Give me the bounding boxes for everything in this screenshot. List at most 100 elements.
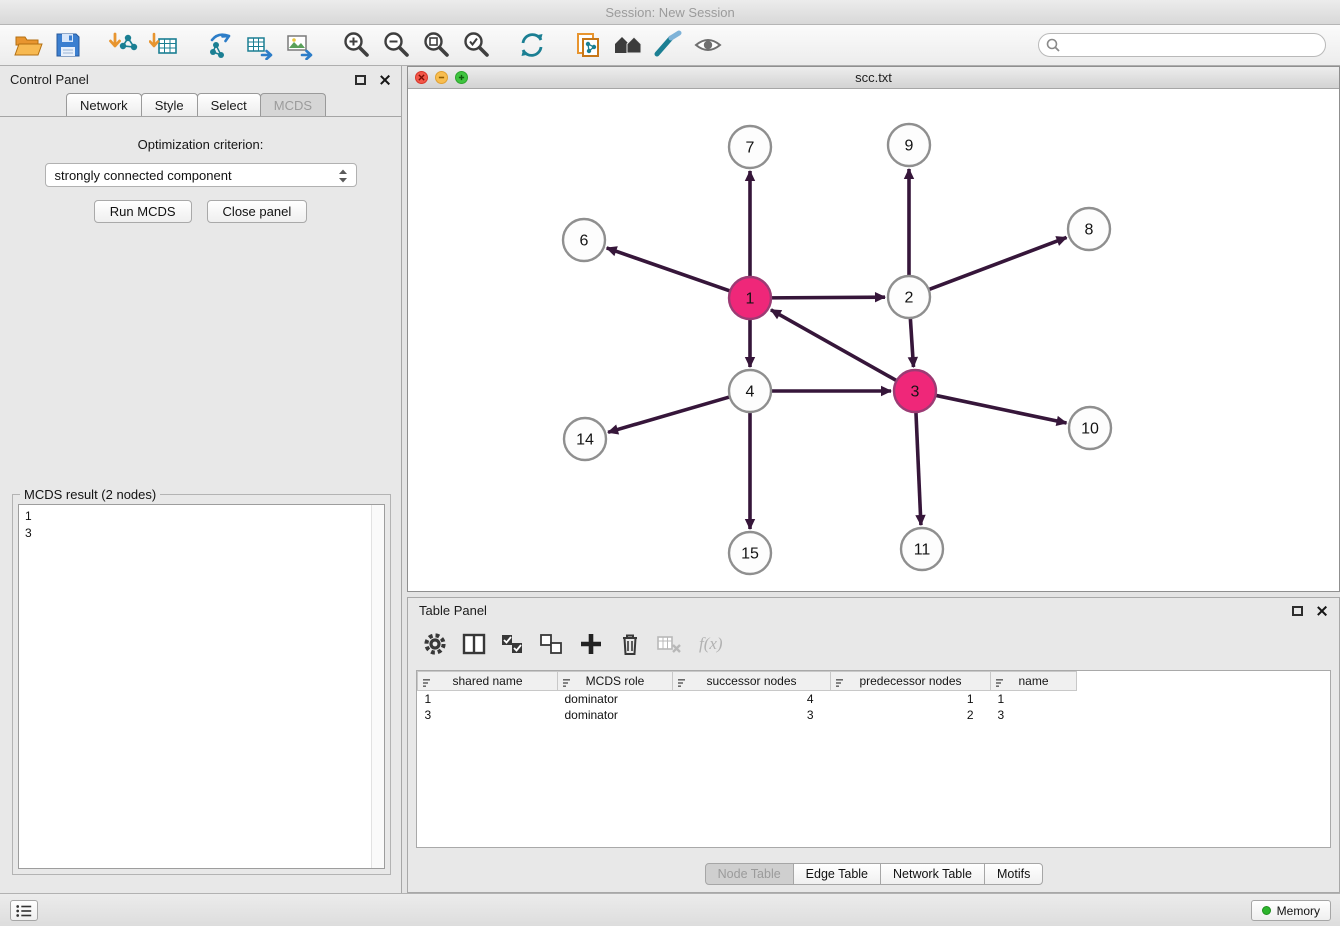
close-panel-icon[interactable] — [379, 74, 391, 86]
column-header-predecessor-nodes[interactable]: predecessor nodes — [831, 672, 991, 691]
column-header-mcds-role[interactable]: MCDS role — [558, 672, 673, 691]
graph-edge-1-6[interactable] — [607, 248, 732, 292]
graph-node-11[interactable]: 11 — [901, 528, 943, 570]
minimize-window-icon[interactable] — [435, 71, 448, 84]
trash-icon[interactable] — [617, 631, 643, 657]
table-cell[interactable]: 1 — [418, 691, 558, 707]
export-image-icon[interactable] — [280, 27, 320, 63]
tab-select[interactable]: Select — [197, 93, 261, 116]
graph-node-6[interactable]: 6 — [563, 219, 605, 261]
table-tab-network-table[interactable]: Network Table — [880, 863, 985, 885]
table-tab-node-table[interactable]: Node Table — [705, 863, 794, 885]
network-canvas[interactable]: 7 9 6 8 1 2 4 3 14 10 15 11 — [408, 89, 1339, 591]
apply-style-icon[interactable] — [648, 27, 688, 63]
column-header-successor-nodes[interactable]: successor nodes — [673, 672, 831, 691]
graph-edge-3-10[interactable] — [934, 395, 1067, 423]
sort-icon[interactable] — [422, 677, 433, 691]
table-row[interactable]: 1dominator411 — [418, 691, 1077, 707]
network-window-titlebar[interactable]: scc.txt — [408, 67, 1339, 89]
zoom-out-icon[interactable] — [376, 27, 416, 63]
float-table-panel-icon[interactable] — [1292, 606, 1303, 616]
table-panel-header: Table Panel — [408, 598, 1339, 623]
copy-network-icon[interactable] — [568, 27, 608, 63]
column-header-shared-name[interactable]: shared name — [418, 672, 558, 691]
graph-node-1[interactable]: 1 — [729, 277, 771, 319]
table-toolbar: f(x) — [408, 623, 1339, 665]
export-network-icon[interactable] — [200, 27, 240, 63]
result-scrollbar[interactable] — [371, 505, 384, 868]
graph-node-4[interactable]: 4 — [729, 370, 771, 412]
save-icon[interactable] — [48, 27, 88, 63]
unselect-all-icon[interactable] — [539, 631, 565, 657]
table-cell[interactable]: 4 — [673, 691, 831, 707]
graph-edge-3-1[interactable] — [771, 310, 899, 382]
graph-edge-1-2[interactable] — [769, 297, 885, 298]
table-cell[interactable]: 3 — [991, 707, 1077, 723]
float-panel-icon[interactable] — [355, 75, 366, 85]
graph-node-8[interactable]: 8 — [1068, 208, 1110, 250]
table-cell[interactable]: dominator — [558, 691, 673, 707]
open-icon[interactable] — [8, 27, 48, 63]
memory-label: Memory — [1277, 904, 1320, 918]
graph-edge-3-11[interactable] — [916, 410, 921, 525]
graph-node-9[interactable]: 9 — [888, 124, 930, 166]
mcds-result-list[interactable]: 13 — [18, 504, 385, 869]
table-cell[interactable]: 1 — [831, 691, 991, 707]
graph-node-15[interactable]: 15 — [729, 532, 771, 574]
import-network-icon[interactable] — [104, 27, 144, 63]
import-table-icon[interactable] — [144, 27, 184, 63]
criterion-dropdown[interactable]: strongly connected component — [45, 163, 357, 187]
graph-edge-4-14[interactable] — [608, 396, 732, 432]
task-list-button[interactable] — [10, 900, 38, 921]
export-table-icon[interactable] — [240, 27, 280, 63]
table-tab-motifs[interactable]: Motifs — [984, 863, 1043, 885]
show-hide-icon[interactable] — [688, 27, 728, 63]
sort-icon[interactable] — [995, 677, 1006, 691]
graph-node-7[interactable]: 7 — [729, 126, 771, 168]
table-cell[interactable]: 3 — [418, 707, 558, 723]
gear-icon[interactable] — [422, 631, 448, 657]
sort-icon[interactable] — [562, 677, 573, 691]
zoom-selected-icon[interactable] — [456, 27, 496, 63]
graph-node-3[interactable]: 3 — [894, 370, 936, 412]
table-cell[interactable]: dominator — [558, 707, 673, 723]
tab-network[interactable]: Network — [66, 93, 142, 116]
close-window-icon[interactable] — [415, 71, 428, 84]
home-icon[interactable] — [608, 27, 648, 63]
table-row[interactable]: 3dominator323 — [418, 707, 1077, 723]
sort-icon[interactable] — [835, 677, 846, 691]
zoom-fit-icon[interactable] — [416, 27, 456, 63]
table-cell[interactable]: 2 — [831, 707, 991, 723]
table-cell[interactable]: 3 — [673, 707, 831, 723]
node-table: shared nameMCDS rolesuccessor nodesprede… — [416, 670, 1331, 848]
function-builder-icon: f(x) — [695, 634, 723, 654]
column-label: name — [1018, 674, 1048, 688]
run-mcds-button[interactable]: Run MCDS — [94, 200, 192, 223]
close-panel-button[interactable]: Close panel — [207, 200, 308, 223]
search-input[interactable] — [1061, 38, 1319, 52]
search-field[interactable] — [1038, 33, 1326, 57]
dropdown-stepper-icon — [336, 168, 350, 187]
column-header-name[interactable]: name — [991, 672, 1077, 691]
select-all-icon[interactable] — [500, 631, 526, 657]
graph-node-10[interactable]: 10 — [1069, 407, 1111, 449]
graph-node-14[interactable]: 14 — [564, 418, 606, 460]
graph-edge-2-8[interactable] — [927, 237, 1067, 290]
tab-style[interactable]: Style — [141, 93, 198, 116]
zoom-in-icon[interactable] — [336, 27, 376, 63]
graph-edge-2-3[interactable] — [910, 316, 913, 367]
refresh-network-icon[interactable] — [512, 27, 552, 63]
svg-text:7: 7 — [746, 140, 755, 157]
close-table-panel-icon[interactable] — [1316, 605, 1328, 617]
maximize-window-icon[interactable] — [455, 71, 468, 84]
show-column-icon[interactable] — [461, 631, 487, 657]
network-view-window: scc.txt 7 9 6 8 1 2 4 3 14 10 15 11 — [407, 66, 1340, 592]
graph-node-2[interactable]: 2 — [888, 276, 930, 318]
add-column-icon[interactable] — [578, 631, 604, 657]
table-cell[interactable]: 1 — [991, 691, 1077, 707]
memory-button[interactable]: Memory — [1251, 900, 1331, 921]
tab-mcds[interactable]: MCDS — [260, 93, 326, 116]
sort-icon[interactable] — [677, 677, 688, 691]
table-tab-edge-table[interactable]: Edge Table — [793, 863, 881, 885]
svg-text:15: 15 — [741, 546, 759, 563]
